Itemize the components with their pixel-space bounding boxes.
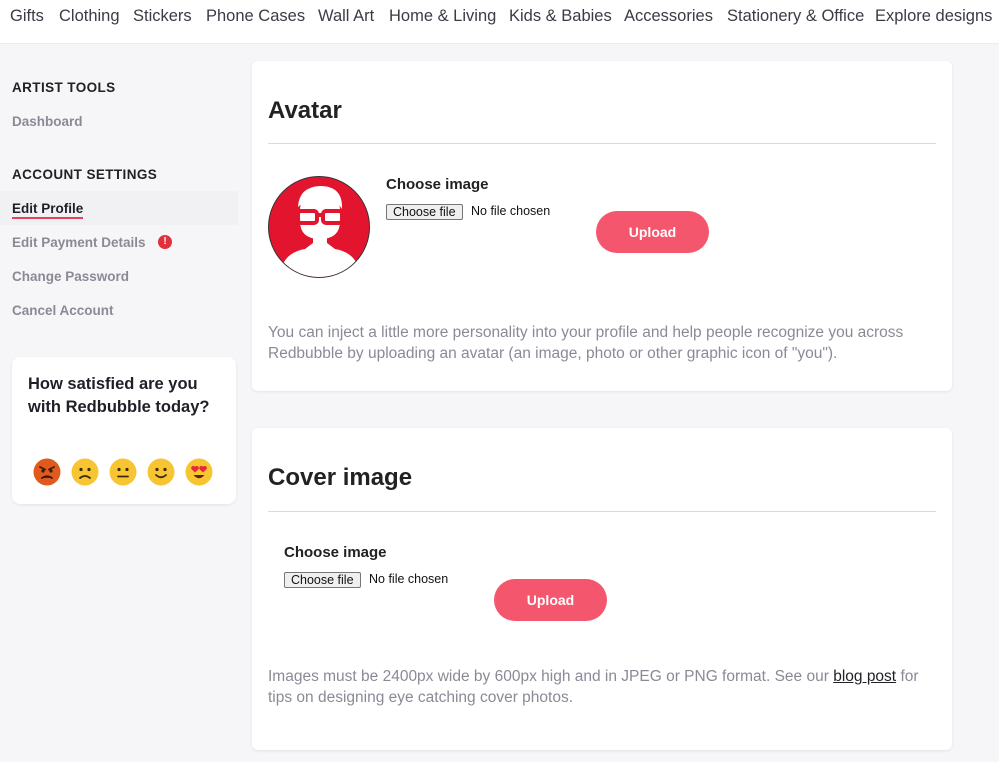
very-satisfied-emoji-icon[interactable] (185, 458, 213, 486)
alert-icon: ! (158, 235, 172, 249)
divider (268, 511, 936, 512)
sidebar-item-edit-profile[interactable]: Edit Profile (12, 201, 84, 219)
blog-post-link[interactable]: blog post (833, 668, 896, 685)
cover-help-text: Images must be 2400px wide by 600px high… (268, 666, 938, 708)
default-avatar-icon (279, 186, 361, 277)
avatar-file-status: No file chosen (471, 204, 551, 218)
nav-stickers[interactable]: Stickers (133, 7, 192, 26)
avatar-title: Avatar (268, 97, 342, 124)
top-navigation: Gifts Clothing Stickers Phone Cases Wall… (0, 0, 999, 44)
avatar-choose-image-label: Choose image (386, 176, 489, 193)
nav-stationery-office[interactable]: Stationery & Office (727, 7, 864, 26)
divider (268, 143, 936, 144)
very-dissatisfied-emoji-icon[interactable] (33, 458, 61, 486)
cover-choose-image-label: Choose image (284, 544, 387, 561)
cover-choose-file-button[interactable]: Choose file (284, 572, 361, 588)
nav-accessories[interactable]: Accessories (624, 7, 713, 26)
dissatisfied-emoji-icon[interactable] (71, 458, 99, 486)
nav-kids-babies[interactable]: Kids & Babies (509, 7, 612, 26)
sidebar-item-dashboard[interactable]: Dashboard (12, 114, 83, 129)
avatar-card: Avatar Choose image Choose file No file … (252, 61, 952, 391)
sidebar-item-cancel-account[interactable]: Cancel Account (12, 303, 114, 318)
survey-question: How satisfied are you with Redbubble tod… (28, 375, 210, 416)
satisfaction-survey: How satisfied are you with Redbubble tod… (12, 357, 236, 504)
cover-help-text-start: Images must be 2400px wide by 600px high… (268, 668, 829, 685)
nav-explore-designs[interactable]: Explore designs (875, 7, 992, 26)
sidebar-item-change-password[interactable]: Change Password (12, 269, 129, 284)
avatar-choose-file-button[interactable]: Choose file (386, 204, 463, 220)
nav-clothing[interactable]: Clothing (59, 7, 120, 26)
satisfied-emoji-icon[interactable] (147, 458, 175, 486)
avatar-upload-button[interactable]: Upload (596, 211, 709, 253)
nav-gifts[interactable]: Gifts (10, 7, 44, 26)
sidebar-item-edit-payment[interactable]: Edit Payment Details (12, 235, 146, 250)
cover-image-title: Cover image (268, 464, 413, 491)
avatar (268, 176, 370, 278)
cover-image-card: Cover image Choose image Choose file No … (252, 428, 952, 750)
cover-file-status: No file chosen (369, 572, 449, 586)
nav-wall-art[interactable]: Wall Art (318, 7, 374, 26)
artist-tools-heading: ARTIST TOOLS (12, 80, 116, 95)
cover-upload-button[interactable]: Upload (494, 579, 607, 621)
neutral-emoji-icon[interactable] (109, 458, 137, 486)
avatar-help-text: You can inject a little more personality… (268, 324, 904, 362)
account-settings-heading: ACCOUNT SETTINGS (12, 167, 158, 182)
nav-phone-cases[interactable]: Phone Cases (206, 7, 305, 26)
nav-home-living[interactable]: Home & Living (389, 7, 496, 26)
